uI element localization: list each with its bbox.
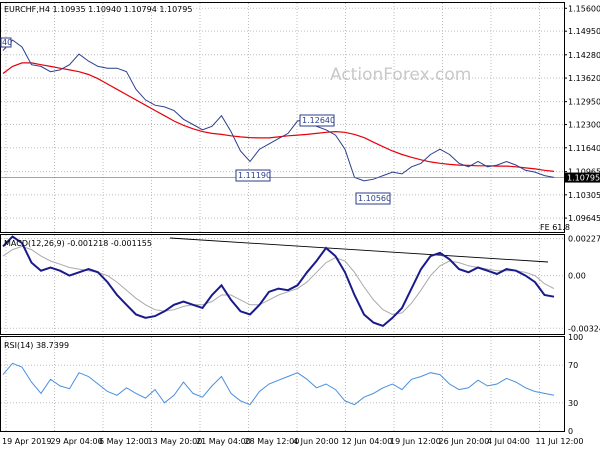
x-tick-label: 19 Apr 2019 xyxy=(2,437,51,446)
annotation-label: 1.10560 xyxy=(358,194,391,203)
y-tick-label: 0.002276 xyxy=(568,235,600,244)
y-tick-label: 70 xyxy=(568,361,578,370)
x-tick-label: 13 May 20:00 xyxy=(148,437,203,446)
price-title: EURCHF,H4 1.10935 1.10940 1.10794 1.1079… xyxy=(4,5,192,14)
annotation-label: 1.11190 xyxy=(238,171,271,180)
y-tick-label: 1.13620 xyxy=(568,74,600,83)
current-price-label: 1.10795 xyxy=(567,174,600,183)
rsi-line xyxy=(2,362,555,406)
price-pane-frame xyxy=(0,2,565,233)
y-tick-label: 1.12300 xyxy=(568,121,600,130)
macd-pane-frame xyxy=(0,234,565,335)
x-tick-label: 11 Jul 12:00 xyxy=(536,437,584,446)
x-tick-label: 4 Jun 20:00 xyxy=(293,437,339,446)
x-tick-label: 4 Jul 04:00 xyxy=(487,437,530,446)
macd-title: MACD(12,26,9) -0.001218 -0.001155 xyxy=(4,239,152,248)
rsi-pane-frame xyxy=(0,336,565,432)
y-tick-label: 1.12950 xyxy=(568,98,600,107)
y-tick-label: 1.14280 xyxy=(568,51,600,60)
y-tick-label: 1.14950 xyxy=(568,27,600,36)
x-tick-label: 6 May 12:00 xyxy=(99,437,149,446)
watermark: ActionForex.com xyxy=(330,65,471,85)
chart: ActionForex.com 19 Apr 2019 29 Apr 04:006… xyxy=(0,2,600,446)
y-tick-label: -0.003246 xyxy=(568,324,600,333)
annotation-label: 1.12640 xyxy=(302,116,335,125)
x-tick-label: 19 Jun 12:00 xyxy=(390,437,441,446)
x-tick-label: 12 Jun 04:00 xyxy=(342,437,393,446)
x-tick-label: 28 May 12:00 xyxy=(245,437,300,446)
x-tick-label: 26 Jun 20:00 xyxy=(439,437,490,446)
y-tick-label: 0.00 xyxy=(568,272,586,281)
y-tick-label: 100 xyxy=(568,333,583,342)
macd-signal-line xyxy=(2,245,555,316)
series-layer xyxy=(1,39,564,406)
left-edge-label: 40 xyxy=(2,38,12,47)
y-tick-label: 1.11640 xyxy=(568,144,600,153)
y-tick-label: 1.15600 xyxy=(568,4,600,13)
fe-label: FE 61.8 xyxy=(540,223,570,232)
y-tick-label: 1.09645 xyxy=(568,214,600,223)
x-tick-label: 21 May 04:00 xyxy=(196,437,251,446)
y-tick-label: 1.10305 xyxy=(568,191,600,200)
y-tick-label: 30 xyxy=(568,399,578,408)
macd-line xyxy=(2,235,555,328)
grid-layer xyxy=(1,3,567,431)
rsi-title: RSI(14) 38.7399 xyxy=(4,341,69,350)
price-line xyxy=(2,39,555,182)
x-tick-label: 29 Apr 04:00 xyxy=(51,437,103,446)
y-tick-label: 0 xyxy=(568,427,573,436)
